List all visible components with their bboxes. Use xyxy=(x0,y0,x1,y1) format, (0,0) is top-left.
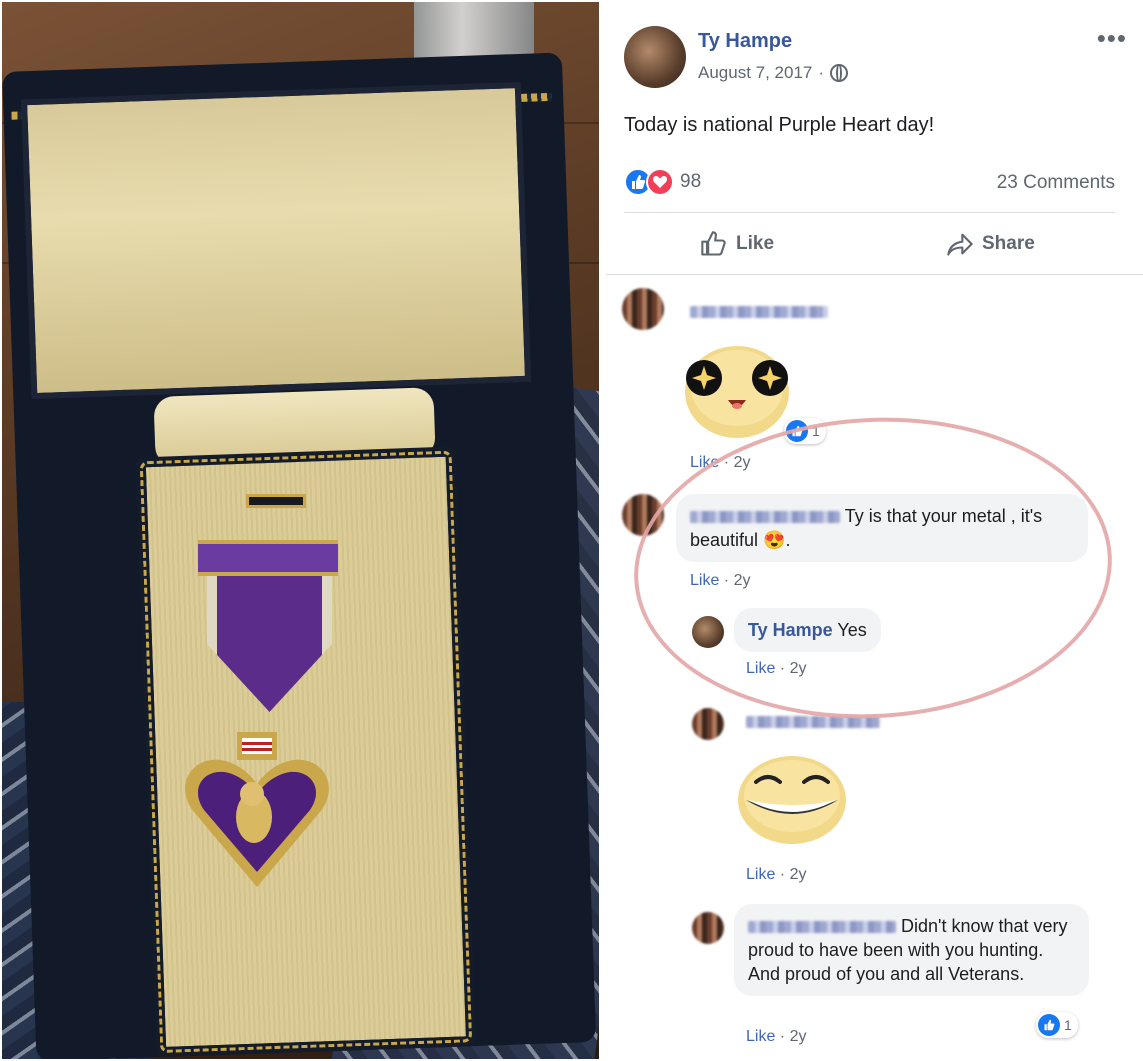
globe-icon xyxy=(830,64,849,82)
comment-like-link[interactable]: Like xyxy=(746,1028,775,1045)
medal-bar xyxy=(198,540,338,576)
commenter-name-blurred[interactable] xyxy=(690,306,828,318)
post-meta: August 7, 2017 · xyxy=(698,63,849,83)
comment-time[interactable]: 2y xyxy=(790,1028,807,1045)
star-eyes-sticker xyxy=(682,340,792,440)
like-label: Like xyxy=(736,233,775,254)
comment-meta: Like · 2y xyxy=(746,1028,807,1045)
comment-time[interactable]: 2y xyxy=(790,866,807,883)
facebook-post: Ty Hampe August 7, 2017 · ••• Today is n… xyxy=(606,0,1143,1061)
comment-like-link[interactable]: Like xyxy=(746,866,775,883)
replier-avatar[interactable] xyxy=(692,708,724,740)
post-text: Today is national Purple Heart day! xyxy=(624,114,935,136)
more-options-icon[interactable]: ••• xyxy=(1097,25,1127,51)
heart-icon xyxy=(646,168,674,196)
replier-avatar[interactable] xyxy=(692,912,724,944)
post-date[interactable]: August 7, 2017 xyxy=(698,63,812,83)
comment-reaction-badge[interactable]: 1 xyxy=(1036,1012,1078,1038)
meta-separator: · xyxy=(818,63,825,82)
divider xyxy=(624,212,1115,213)
author-name[interactable]: Ty Hampe xyxy=(698,30,792,53)
comment-reaction-count: 1 xyxy=(1064,1017,1072,1033)
share-label: Share xyxy=(982,233,1035,254)
reply-bubble: Didn't know that very proud to have been… xyxy=(734,904,1089,996)
thumbs-up-icon xyxy=(1038,1014,1060,1036)
comments-count-link[interactable]: 23 Comments xyxy=(997,172,1115,194)
reactions-summary[interactable]: 98 xyxy=(624,168,701,196)
purple-heart-medal xyxy=(182,732,332,892)
lapel-pin xyxy=(246,494,306,508)
case-lid xyxy=(20,81,532,400)
commenter-avatar[interactable] xyxy=(622,288,664,330)
like-button[interactable]: Like xyxy=(700,230,774,258)
purple-heart-medal-photo[interactable] xyxy=(2,2,599,1059)
reaction-count: 98 xyxy=(680,171,702,192)
replier-name-blurred[interactable] xyxy=(748,921,896,934)
share-button[interactable]: Share xyxy=(946,230,1035,258)
divider xyxy=(606,274,1143,275)
grin-sticker xyxy=(736,752,848,846)
comment-meta: Like · 2y xyxy=(746,866,807,883)
author-avatar[interactable] xyxy=(624,26,686,88)
thumbs-up-outline-icon xyxy=(701,231,726,256)
share-arrow-icon xyxy=(947,233,973,256)
